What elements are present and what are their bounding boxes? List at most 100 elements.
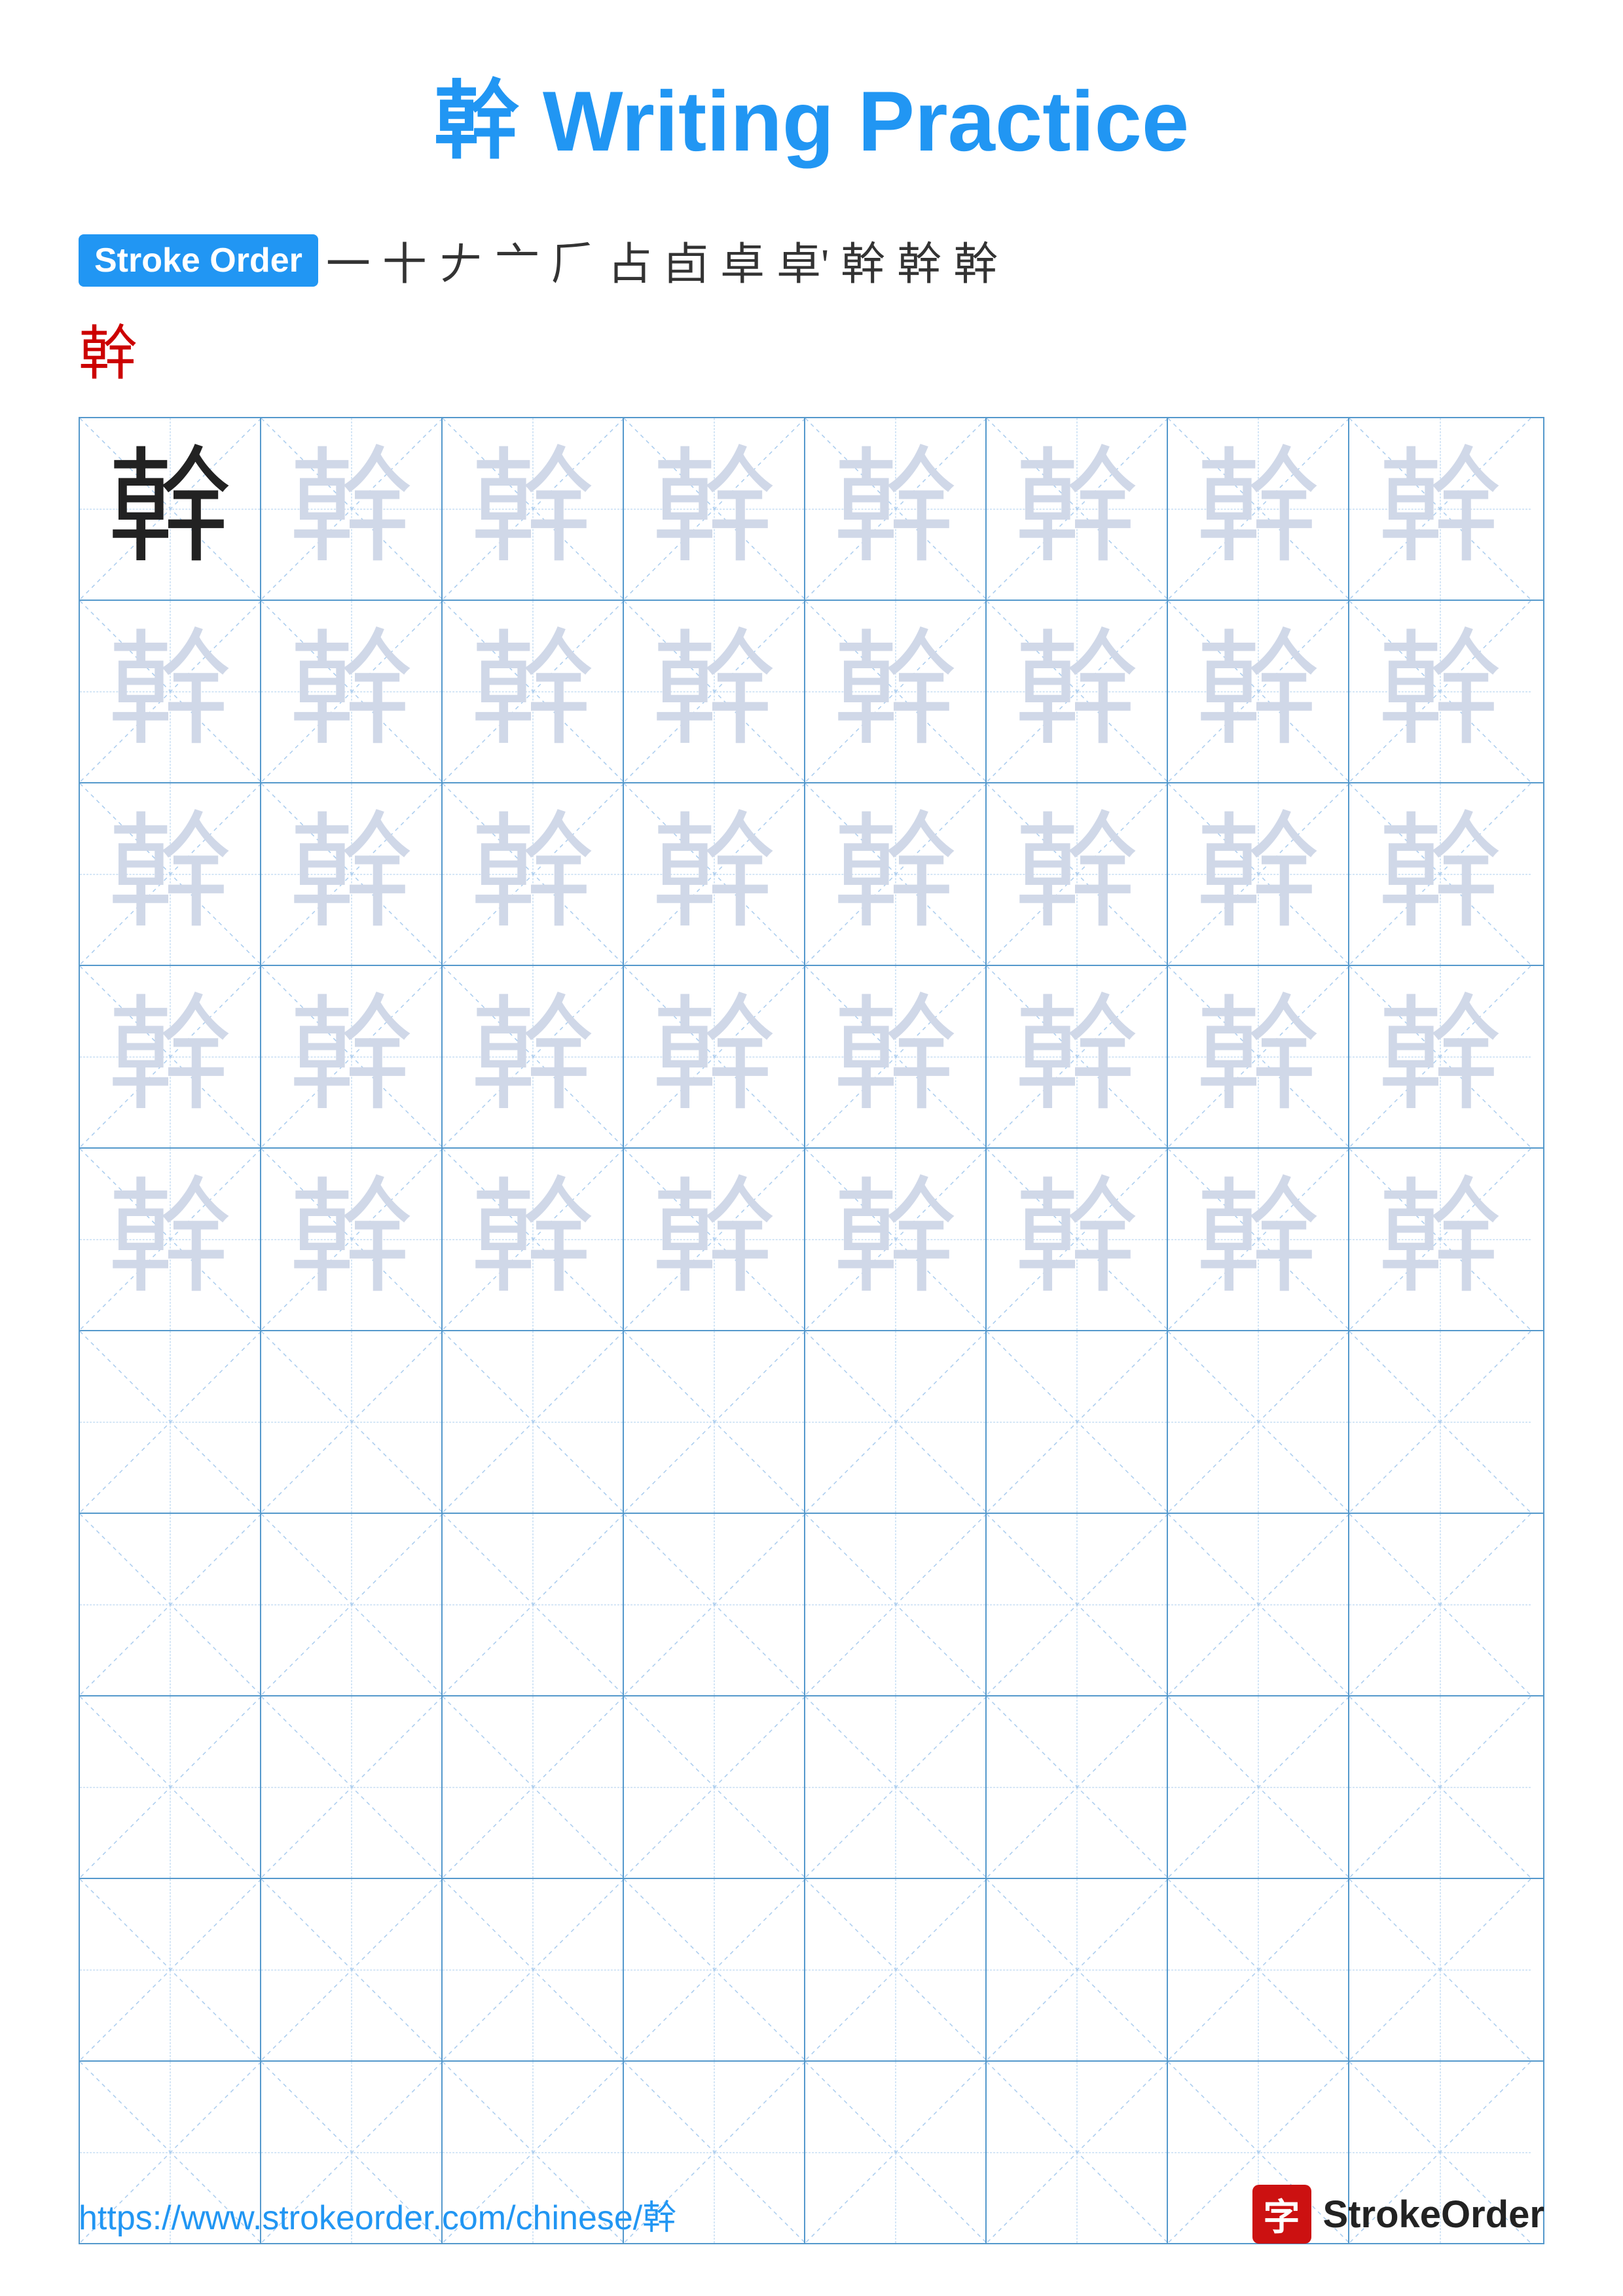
- grid-cell: 幹: [805, 601, 987, 782]
- stroke-8: 卓: [720, 228, 765, 293]
- page-title: 幹 Writing Practice: [79, 52, 1544, 175]
- grid-cell: 幹: [624, 601, 805, 782]
- grid-cell: 幹: [987, 1149, 1168, 1330]
- grid-cell: 幹: [261, 1149, 443, 1330]
- practice-char-light: 幹: [1014, 447, 1139, 571]
- grid-cell-empty: [80, 1514, 261, 1695]
- grid-cell: 幹: [805, 966, 987, 1147]
- grid-cell-empty: [443, 1696, 624, 1878]
- grid-cell: 幹: [1168, 966, 1349, 1147]
- practice-char-light: 幹: [651, 812, 776, 937]
- grid-cell-empty: [987, 1331, 1168, 1513]
- grid-cell-empty: [1168, 1879, 1349, 2060]
- practice-char-light: 幹: [289, 1177, 413, 1302]
- grid-cell-empty: [987, 1514, 1168, 1695]
- grid-cell: 幹: [624, 966, 805, 1147]
- practice-char-light: 幹: [1377, 630, 1502, 754]
- title-char: 幹 Writing Practice: [434, 73, 1189, 169]
- practice-grid: 幹 幹 幹 幹 幹 幹 幹: [79, 417, 1544, 2244]
- practice-char-light: 幹: [1014, 812, 1139, 937]
- grid-cell: 幹: [805, 418, 987, 600]
- grid-cell: 幹: [805, 1149, 987, 1330]
- grid-cell-empty: [80, 1696, 261, 1878]
- grid-cell: 幹: [624, 783, 805, 965]
- stroke-1: 一: [326, 228, 371, 293]
- practice-char-light: 幹: [833, 812, 957, 937]
- grid-cell-empty: [987, 1696, 1168, 1878]
- grid-cell: 幹: [80, 1149, 261, 1330]
- practice-char-light: 幹: [833, 1177, 957, 1302]
- practice-char-light: 幹: [107, 1177, 232, 1302]
- practice-char-light: 幹: [470, 995, 594, 1119]
- grid-cell: 幹: [80, 601, 261, 782]
- stroke-steps: 一 十 𠂇 亠 𠂆 占 卣 卓 卓' 幹 幹 幹: [326, 228, 998, 293]
- stroke-2: 十: [382, 228, 427, 293]
- grid-cell-empty: [1168, 1696, 1349, 1878]
- grid-row-1: 幹 幹 幹 幹 幹 幹 幹: [80, 418, 1543, 601]
- stroke-10: 幹: [841, 228, 885, 293]
- grid-cell: 幹: [443, 418, 624, 600]
- grid-cell: 幹: [1349, 418, 1531, 600]
- grid-cell-empty: [261, 1696, 443, 1878]
- grid-row-2: 幹 幹 幹 幹 幹 幹 幹 幹: [80, 601, 1543, 783]
- stroke-order-final-char: 幹: [79, 322, 137, 387]
- practice-char-light: 幹: [107, 812, 232, 937]
- stroke-12: 幹: [953, 228, 998, 293]
- grid-cell-empty: [1349, 1696, 1531, 1878]
- grid-cell: 幹: [624, 1149, 805, 1330]
- practice-char-light: 幹: [833, 995, 957, 1119]
- grid-cell: 幹: [443, 966, 624, 1147]
- grid-cell-empty: [805, 1514, 987, 1695]
- grid-cell: 幹: [1349, 601, 1531, 782]
- practice-char-light: 幹: [289, 447, 413, 571]
- grid-cell: 幹: [987, 966, 1168, 1147]
- brand-icon: 字: [1252, 2185, 1311, 2244]
- grid-cell-empty: [261, 1879, 443, 2060]
- grid-row-3: 幹 幹 幹 幹 幹 幹 幹 幹: [80, 783, 1543, 966]
- grid-cell: 幹: [624, 418, 805, 600]
- grid-cell: 幹: [1349, 1149, 1531, 1330]
- grid-cell: 幹: [261, 601, 443, 782]
- grid-cell-empty: [80, 1879, 261, 2060]
- grid-cell-empty: [987, 1879, 1168, 2060]
- grid-cell: 幹: [987, 601, 1168, 782]
- practice-char-light: 幹: [1195, 1177, 1320, 1302]
- grid-cell: 幹: [443, 601, 624, 782]
- practice-char-light: 幹: [1377, 995, 1502, 1119]
- stroke-7: 卣: [664, 228, 708, 293]
- grid-cell-empty: [805, 1331, 987, 1513]
- grid-cell-empty: [443, 1331, 624, 1513]
- grid-cell-empty: [261, 1514, 443, 1695]
- practice-char-light: 幹: [470, 447, 594, 571]
- practice-char-light: 幹: [107, 995, 232, 1119]
- practice-char-light: 幹: [833, 630, 957, 754]
- footer-url[interactable]: https://www.strokeorder.com/chinese/幹: [79, 2190, 676, 2239]
- practice-char-light: 幹: [289, 812, 413, 937]
- grid-cell-empty: [261, 1331, 443, 1513]
- practice-char-dark: 幹: [107, 447, 232, 571]
- grid-cell: 幹: [1168, 418, 1349, 600]
- stroke-3: 𠂇: [439, 228, 483, 293]
- grid-cell: 幹: [261, 418, 443, 600]
- practice-char-light: 幹: [1014, 630, 1139, 754]
- grid-cell: 幹: [261, 783, 443, 965]
- grid-cell: 幹: [443, 1149, 624, 1330]
- grid-cell: 幹: [805, 783, 987, 965]
- grid-cell: 幹: [987, 418, 1168, 600]
- practice-char-light: 幹: [1195, 995, 1320, 1119]
- stroke-order-badge: Stroke Order: [79, 234, 318, 287]
- grid-row-8: [80, 1696, 1543, 1879]
- practice-char-light: 幹: [651, 630, 776, 754]
- grid-cell: 幹: [1168, 601, 1349, 782]
- practice-char-light: 幹: [1014, 1177, 1139, 1302]
- practice-char-light: 幹: [470, 630, 594, 754]
- grid-cell: 幹: [1349, 783, 1531, 965]
- practice-char-light: 幹: [651, 447, 776, 571]
- practice-char-light: 幹: [1377, 1177, 1502, 1302]
- practice-char-light: 幹: [1195, 812, 1320, 937]
- grid-cell-empty: [1349, 1879, 1531, 2060]
- practice-char-light: 幹: [1377, 812, 1502, 937]
- grid-cell-empty: [80, 1331, 261, 1513]
- grid-cell-empty: [1349, 1331, 1531, 1513]
- practice-char-light: 幹: [470, 812, 594, 937]
